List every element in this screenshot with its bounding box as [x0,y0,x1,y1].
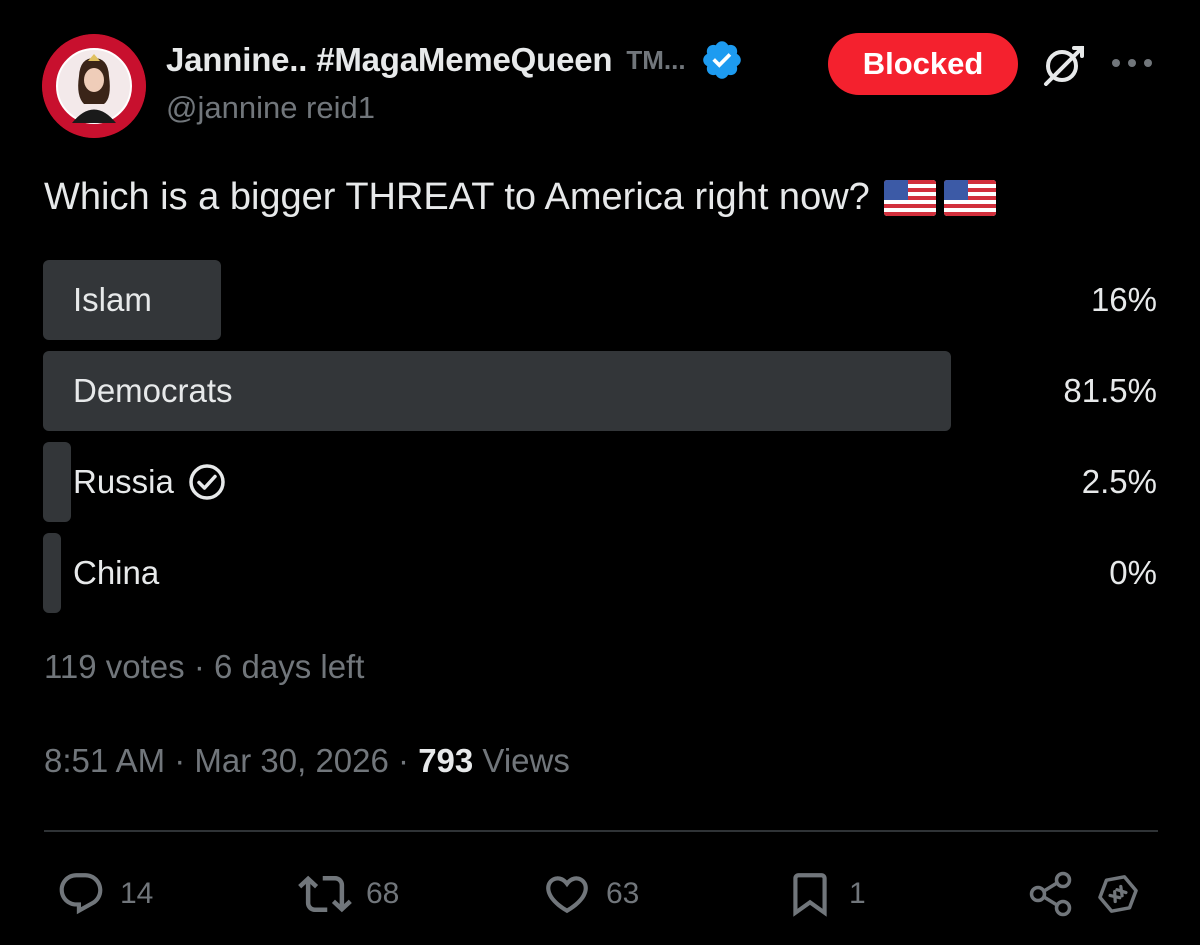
repost-button[interactable]: 68 [298,864,399,924]
check-circle-icon [189,464,225,500]
display-name[interactable]: Jannine.. #MagaMemeQueen [166,41,613,79]
more-icon[interactable] [1110,53,1154,73]
post-timestamp-row: 8:51 AM · Mar 30, 2026 · 793 Views [44,742,570,780]
poll-option-percent: 0% [1109,554,1157,591]
reply-button[interactable]: 14 [56,864,153,924]
post-timestamp[interactable]: 8:51 AM · Mar 30, 2026 · [44,742,418,779]
verified-badge-icon[interactable] [700,38,744,82]
view-analytics-icon [1098,875,1138,913]
views-count: 793 [418,742,474,779]
poll-option: Islam 16% [43,260,1157,340]
bookmark-icon [793,873,827,917]
poll-option-label-row: Russia [73,442,226,522]
share-button[interactable] [1026,864,1076,924]
poll-bar [43,533,61,613]
views-label: Views [473,742,570,779]
poll-option: Russia 2.5% [43,442,1157,522]
repost-icon [298,875,352,913]
poll-meta: 119 votes · 6 days left [44,648,365,685]
author-handle[interactable]: @jannine reid1 [166,90,375,126]
author-avatar[interactable] [42,34,146,138]
like-count: 63 [606,877,640,910]
poll-option-percent: 16% [1090,281,1157,318]
grok-icon[interactable] [1040,44,1086,86]
poll-option: China 0% [43,533,1157,613]
reply-icon [59,873,103,915]
bookmark-count: 1 [849,877,866,910]
like-button[interactable]: 63 [542,864,639,924]
poll-option-percent: 81.5% [1063,372,1157,409]
poll-bar [43,442,71,522]
poll-option: Democrats 81.5% [43,351,1157,431]
post-text-row: Which is a bigger THREAT to America righ… [44,176,996,219]
blocked-button[interactable]: Blocked [828,33,1018,95]
display-name-suffix: TM... [626,44,686,75]
view-analytics-button[interactable] [1092,864,1144,924]
post-text: Which is a bigger THREAT to America righ… [44,176,870,218]
share-icon [1029,871,1072,917]
poll-option-label: Democrats [73,372,233,409]
poll-option-percent: 2.5% [1081,463,1157,500]
us-flag-icon [883,179,936,216]
author-name-row[interactable]: Jannine.. #MagaMemeQueen TM... [166,38,744,82]
us-flag-icon [943,179,996,216]
reply-count: 14 [120,877,154,910]
poll-option-label: Russia [73,463,174,500]
poll-option-label: China [73,554,160,591]
divider [44,830,1158,832]
poll-option-label: Islam [73,281,152,318]
repost-count: 68 [366,877,400,910]
bookmark-button[interactable]: 1 [785,864,866,924]
like-icon [546,876,588,914]
